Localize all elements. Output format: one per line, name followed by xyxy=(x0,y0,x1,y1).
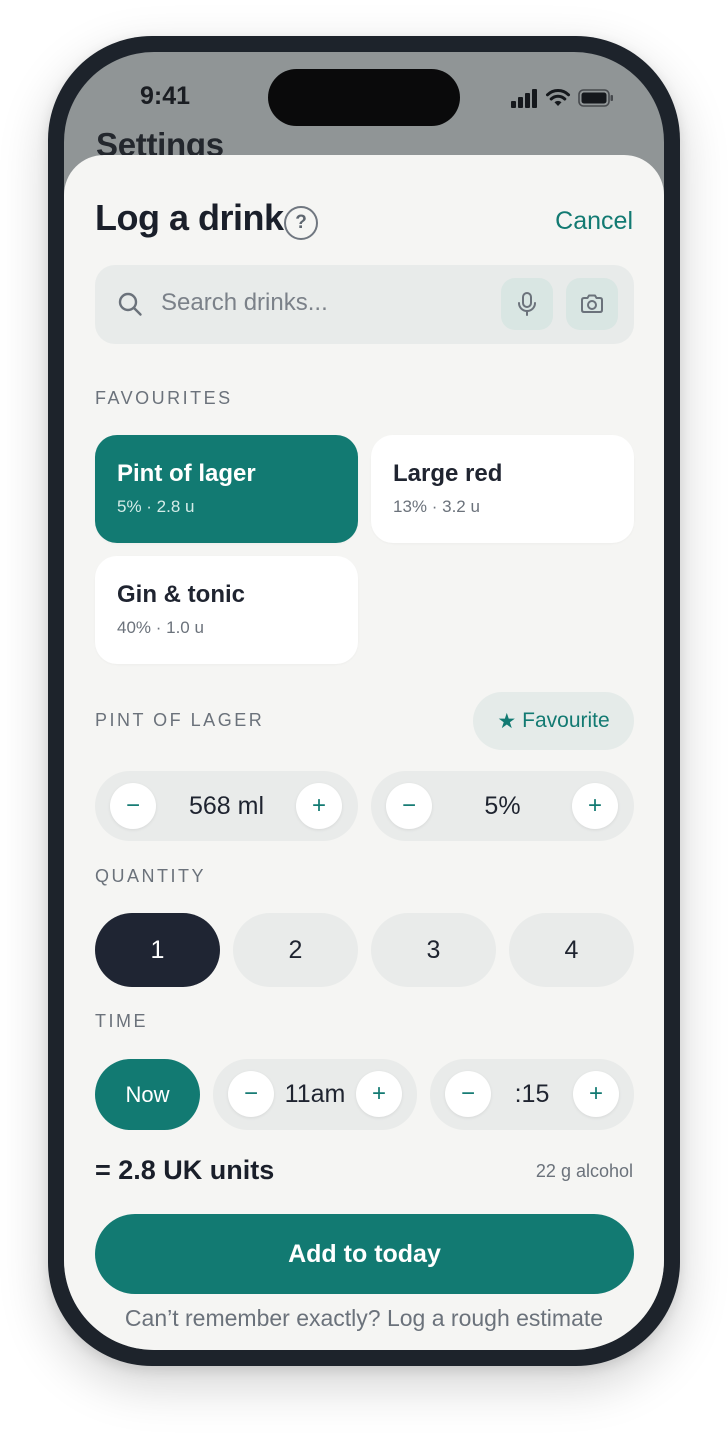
grams-alcohol: 22 g alcohol xyxy=(535,1161,633,1181)
minute-stepper: − :15 + xyxy=(430,1059,634,1130)
wifi-icon xyxy=(546,89,570,106)
favourite-card-pint-of-lager[interactable]: Pint of lager 5% · 2.8 u xyxy=(95,435,358,543)
add-to-today-button[interactable]: Add to today xyxy=(95,1214,634,1294)
star-icon: ★ xyxy=(497,709,517,733)
favourite-meta: 13% · 3.2 u xyxy=(393,497,480,516)
time-label: TIME xyxy=(95,1011,148,1031)
favourite-toggle-label: Favourite xyxy=(522,709,610,732)
favourite-card-gin-and-tonic[interactable]: Gin & tonic 40% · 1.0 u xyxy=(95,556,358,664)
favourite-name: Pint of lager xyxy=(117,460,256,487)
search-bar[interactable]: Search drinks... xyxy=(95,265,634,344)
voice-search-button[interactable] xyxy=(501,278,553,330)
hour-decrease-button[interactable]: − xyxy=(228,1071,274,1117)
hour-value: 11am xyxy=(284,1080,346,1108)
quantity-option-3[interactable]: 3 xyxy=(371,913,496,987)
cancel-button[interactable]: Cancel xyxy=(555,207,633,236)
help-button[interactable]: ? xyxy=(284,206,318,240)
quantity-label: QUANTITY xyxy=(95,866,207,886)
search-input[interactable]: Search drinks... xyxy=(161,289,328,317)
abv-decrease-button[interactable]: − xyxy=(386,783,432,829)
signal-icon xyxy=(511,88,538,108)
favourite-name: Large red xyxy=(393,460,503,487)
volume-increase-button[interactable]: + xyxy=(296,783,342,829)
minute-value: :15 xyxy=(514,1080,550,1108)
status-time: 9:41 xyxy=(140,82,191,110)
favourite-meta: 40% · 1.0 u xyxy=(117,618,204,637)
favourite-name: Gin & tonic xyxy=(117,581,245,608)
quantity-option-1[interactable]: 1 xyxy=(95,913,220,987)
time-now-button[interactable]: Now xyxy=(95,1059,200,1130)
abv-stepper: − 5% + xyxy=(371,771,634,841)
log-drink-sheet: Log a drink ? Cancel Search drinks... FA… xyxy=(64,155,664,1350)
favourite-meta: 5% · 2.8 u xyxy=(117,497,195,516)
minute-decrease-button[interactable]: − xyxy=(445,1071,491,1117)
favourite-toggle-button[interactable]: ★ Favourite xyxy=(473,692,634,750)
quantity-option-2[interactable]: 2 xyxy=(233,913,358,987)
sheet-title: Log a drink xyxy=(95,197,284,238)
hour-stepper: − 11am + xyxy=(213,1059,417,1130)
camera-icon xyxy=(581,294,603,313)
rough-estimate-link[interactable]: Can’t remember exactly? Log a rough esti… xyxy=(124,1303,604,1334)
abv-increase-button[interactable]: + xyxy=(572,783,618,829)
favourites-label: FAVOURITES xyxy=(95,388,233,408)
favourite-card-large-red[interactable]: Large red 13% · 3.2 u xyxy=(371,435,634,543)
camera-scan-button[interactable] xyxy=(566,278,618,330)
screen: 9:41 Settings Log a drink ? Cancel Searc… xyxy=(64,52,664,1350)
abv-value: 5% xyxy=(484,791,521,820)
phone-frame: 9:41 Settings Log a drink ? Cancel Searc… xyxy=(48,36,680,1366)
quantity-option-4[interactable]: 4 xyxy=(509,913,634,987)
search-icon xyxy=(118,292,142,316)
dynamic-island xyxy=(268,69,460,126)
volume-stepper: − 568 ml + xyxy=(95,771,358,841)
hour-increase-button[interactable]: + xyxy=(356,1071,402,1117)
minute-increase-button[interactable]: + xyxy=(573,1071,619,1117)
drink-detail-label: PINT OF LAGER xyxy=(95,710,265,730)
volume-decrease-button[interactable]: − xyxy=(110,783,156,829)
volume-value: 568 ml xyxy=(188,791,265,820)
battery-icon xyxy=(578,89,613,107)
units-total: = 2.8 UK units xyxy=(95,1155,275,1185)
microphone-icon xyxy=(518,292,536,316)
